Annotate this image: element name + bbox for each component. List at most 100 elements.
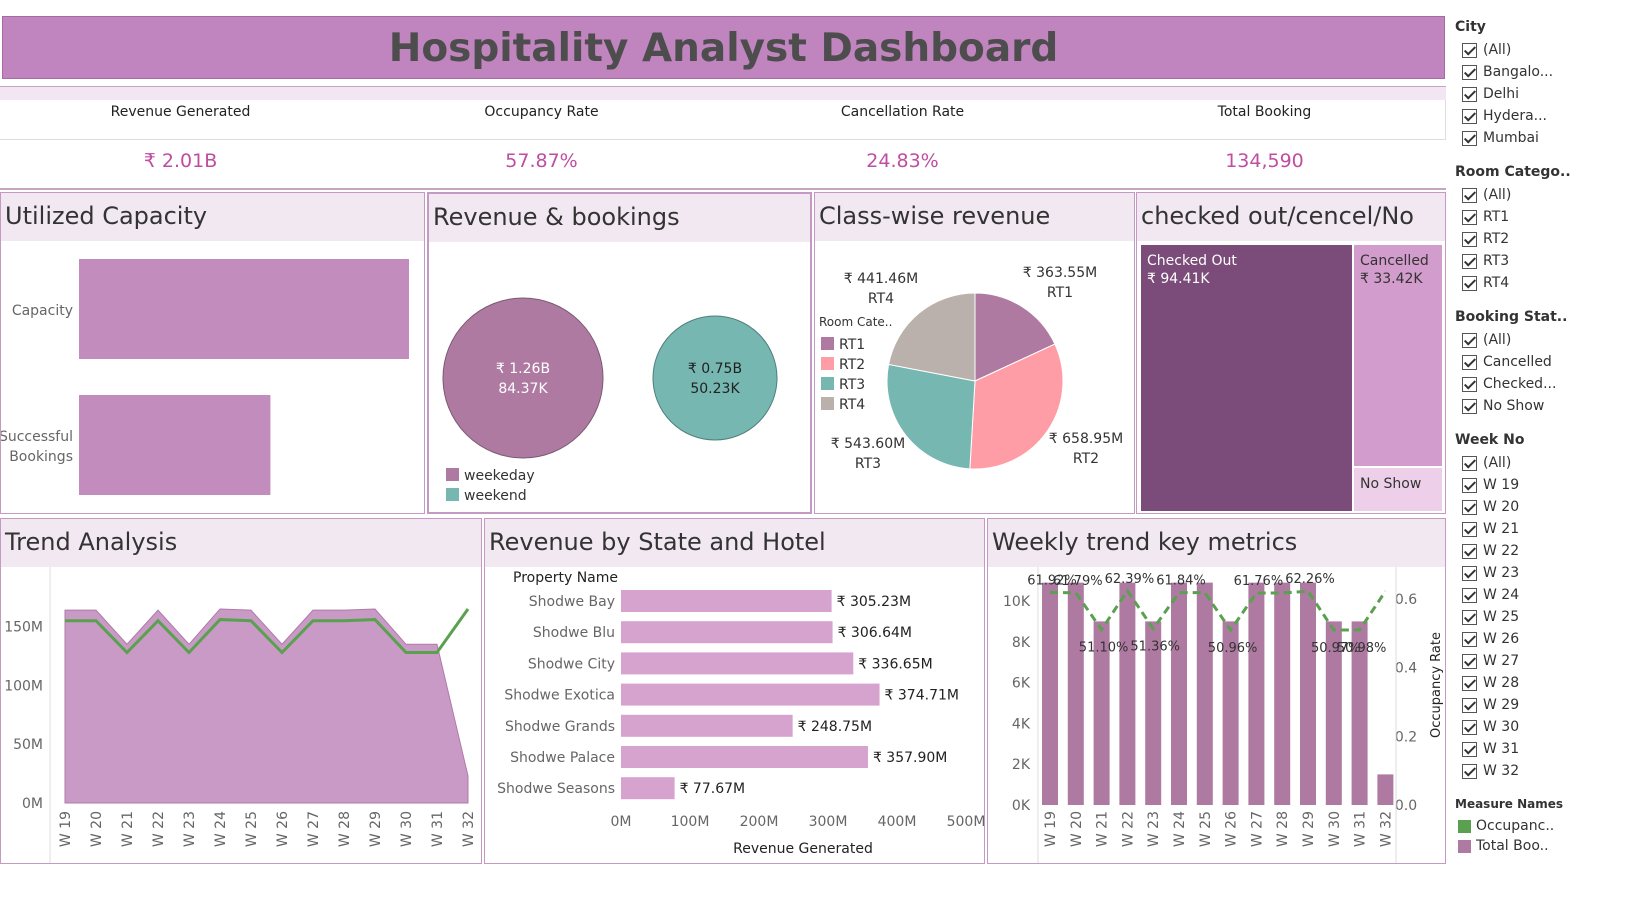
filter-room-rt2[interactable]: RT2 (1462, 231, 1509, 247)
weekly-bar (1196, 582, 1213, 805)
filter-week-label: W 32 (1483, 763, 1520, 779)
weekly-line-label: 50.98% (1337, 641, 1387, 656)
filter-booking-cancelled[interactable]: Cancelled (1462, 354, 1552, 370)
checkbox-icon[interactable] (1462, 86, 1477, 102)
filter-week-item[interactable]: W 21 (1462, 521, 1519, 537)
measure-occupancy[interactable]: Occupanc.. (1458, 818, 1554, 834)
filter-week-item[interactable]: W 22 (1462, 543, 1519, 559)
checkbox-icon[interactable] (1462, 108, 1477, 124)
filter-week-item[interactable]: W 28 (1462, 675, 1519, 691)
checkbox-icon[interactable] (1462, 719, 1477, 735)
filter-week-item[interactable]: W 25 (1462, 609, 1519, 625)
filter-room-rt4[interactable]: RT4 (1462, 275, 1509, 291)
hotel-xlabel: Revenue Generated (733, 841, 873, 857)
filter-room-rt1[interactable]: RT1 (1462, 209, 1509, 225)
checkbox-icon[interactable] (1462, 209, 1477, 225)
checkbox-icon[interactable] (1462, 543, 1477, 559)
checkbox-icon[interactable] (1462, 631, 1477, 647)
filter-city-hyderabad[interactable]: Hydera... (1462, 108, 1547, 124)
filter-week-item[interactable]: W 29 (1462, 697, 1519, 713)
filter-week-item[interactable]: W 32 (1462, 763, 1519, 779)
checkbox-icon[interactable] (1462, 499, 1477, 515)
hotel-xtick: 400M (878, 814, 917, 830)
filter-booking-title: Booking Stat.. (1455, 309, 1568, 325)
checkbox-icon[interactable] (1462, 477, 1477, 493)
checkbox-icon[interactable] (1462, 609, 1477, 625)
checkbox-icon[interactable] (1462, 64, 1477, 80)
rt2-name-label: RT2 (1073, 451, 1099, 467)
checkbox-icon[interactable] (1462, 187, 1477, 203)
checkbox-icon[interactable] (1462, 675, 1477, 691)
filter-city-all[interactable]: (All) (1462, 42, 1511, 58)
filter-week-item[interactable]: (All) (1462, 455, 1511, 471)
checkbox-icon[interactable] (1462, 376, 1477, 392)
page-title: Hospitality Analyst Dashboard (388, 26, 1059, 71)
filter-week-item[interactable]: W 23 (1462, 565, 1519, 581)
hotel-name-label: Shodwe Bay (529, 594, 615, 610)
kpi-label-cancellation: Cancellation Rate (840, 104, 965, 120)
filter-week-title: Week No (1455, 432, 1525, 448)
measure-total-bookings[interactable]: Total Boo.. (1458, 838, 1549, 854)
weekly-ytick-right: 0.2 (1395, 729, 1417, 745)
filter-room-rt3[interactable]: RT3 (1462, 253, 1509, 269)
checkbox-icon[interactable] (1462, 354, 1477, 370)
filter-week-item[interactable]: W 26 (1462, 631, 1519, 647)
hotel-bar (621, 590, 832, 612)
weekday-bookings-label: 84.37K (498, 381, 548, 397)
filter-booking-all[interactable]: (All) (1462, 332, 1511, 348)
checkbox-icon[interactable] (1462, 763, 1477, 779)
filter-week-item[interactable]: W 19 (1462, 477, 1519, 493)
weekly-ytick-left: 0K (1012, 798, 1031, 814)
filter-sidebar: City (All) Bangalo... Delhi Hydera... Mu… (1452, 0, 1633, 912)
filter-city-mumbai[interactable]: Mumbai (1462, 130, 1539, 146)
pie-legend-label: RT3 (839, 377, 865, 393)
hotel-xtick: 0M (611, 814, 632, 830)
checkbox-icon[interactable] (1462, 565, 1477, 581)
filter-room-all[interactable]: (All) (1462, 187, 1511, 203)
filter-city-delhi[interactable]: Delhi (1462, 86, 1519, 102)
filter-week-item[interactable]: W 24 (1462, 587, 1519, 603)
checkbox-icon[interactable] (1462, 697, 1477, 713)
filter-booking-noshow[interactable]: No Show (1462, 398, 1544, 414)
checkbox-icon[interactable] (1462, 42, 1477, 58)
weekly-line-label: 61.84% (1156, 574, 1206, 589)
checkbox-icon[interactable] (1462, 741, 1477, 757)
hotel-name-label: Shodwe Blu (533, 625, 615, 641)
checkbox-icon[interactable] (1462, 231, 1477, 247)
checkbox-icon[interactable] (1462, 332, 1477, 348)
weekly-bar (1377, 774, 1394, 805)
weekly-bar (1248, 582, 1265, 805)
filter-city-bangalore[interactable]: Bangalo... (1462, 64, 1553, 80)
filter-week-label: W 24 (1483, 587, 1520, 603)
weekly-line-label: 61.76% (1234, 574, 1284, 589)
legend-weekend-swatch (446, 488, 459, 501)
checkbox-icon[interactable] (1462, 253, 1477, 269)
checkbox-icon[interactable] (1462, 455, 1477, 471)
filter-booking-checked[interactable]: Checked... (1462, 376, 1556, 392)
pie-slice-rt3 (886, 363, 976, 470)
filter-week-item[interactable]: W 20 (1462, 499, 1519, 515)
panel-title: Class-wise revenue (815, 193, 1134, 241)
weekly-xtick: W 24 (1172, 811, 1188, 847)
checkbox-icon[interactable] (1462, 587, 1477, 603)
checkbox-icon[interactable] (1462, 275, 1477, 291)
dashboard-title-bar: Hospitality Analyst Dashboard (2, 16, 1445, 79)
weekly-xtick: W 25 (1198, 811, 1214, 847)
filter-week-item[interactable]: W 31 (1462, 741, 1519, 757)
filter-city-title: City (1455, 19, 1486, 35)
weekly-ytick-left: 2K (1012, 757, 1031, 773)
filter-week-item[interactable]: W 30 (1462, 719, 1519, 735)
checkbox-icon[interactable] (1462, 653, 1477, 669)
trend-ytick: 150M (4, 620, 43, 636)
trend-xtick: W 29 (368, 811, 384, 847)
trend-chart: 0M 50M 100M 150M W 19 W 20 W 21 W 22 W 23 W 24 W 2… (4, 567, 477, 863)
checkbox-icon[interactable] (1462, 521, 1477, 537)
checkbox-icon[interactable] (1462, 130, 1477, 146)
filter-week-item[interactable]: W 27 (1462, 653, 1519, 669)
checkbox-icon[interactable] (1462, 398, 1477, 414)
successful-bookings-bar (79, 395, 271, 495)
filter-week-label: W 23 (1483, 565, 1520, 581)
filter-week-label: W 30 (1483, 719, 1520, 735)
filter-week-label: W 21 (1483, 521, 1520, 537)
green-swatch-icon (1458, 819, 1471, 833)
